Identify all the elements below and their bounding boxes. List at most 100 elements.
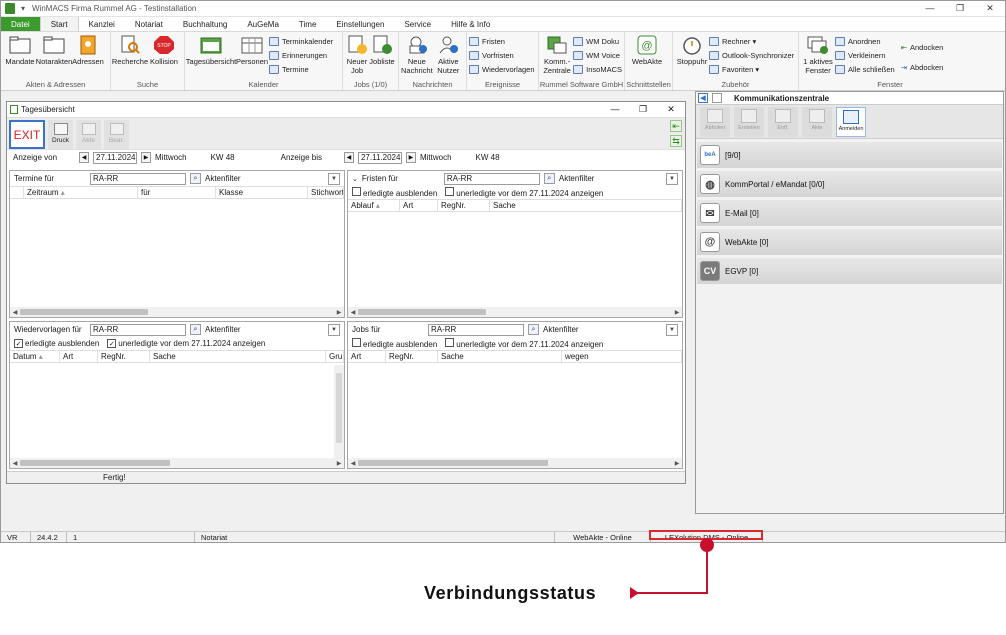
erstellen-button[interactable]: Erstellen (734, 107, 764, 137)
horizontal-scrollbar[interactable]: ◀ ▶ (348, 458, 682, 468)
neue-nachricht-button[interactable]: Neue Nachricht (401, 33, 433, 75)
col-stichwort[interactable]: Stichwort (308, 187, 344, 198)
col-regnr[interactable]: RegNr. (386, 351, 438, 362)
personen-button[interactable]: Personen (235, 33, 269, 66)
restore-button[interactable]: ❐ (945, 3, 975, 14)
horizontal-scrollbar[interactable]: ◀ ▶ (10, 307, 344, 317)
abdocken-button[interactable]: ⇥ Abdocken (901, 61, 944, 73)
kollision-button[interactable]: STOP Kollision (147, 33, 181, 66)
neuer-job-button[interactable]: Neuer Job (345, 33, 369, 75)
menu-notariat[interactable]: Notariat (125, 17, 173, 31)
search-icon[interactable]: ⌕ (543, 173, 555, 184)
wm-doku-button[interactable]: WM Doku (573, 35, 622, 47)
alle-schliessen-button[interactable]: Alle schließen (835, 63, 895, 75)
fristen-erledigte-checkbox[interactable]: erledigte ausblenden (352, 187, 437, 198)
entfernen-button[interactable]: Entf. (768, 107, 798, 137)
quick-access-icon[interactable]: ▾ (18, 4, 28, 13)
col-klasse[interactable]: Klasse (216, 187, 308, 198)
kz-item-bea[interactable]: beA [9/0] (697, 142, 1002, 168)
tages-restore-button[interactable]: ❐ (629, 104, 657, 115)
menu-service[interactable]: Service (394, 17, 441, 31)
kz-item-webakte[interactable]: @ WebAkte [0] (697, 229, 1002, 255)
col-ablauf[interactable]: Ablauf ▴ (348, 200, 400, 211)
jobs-input[interactable]: RA-RR (428, 323, 524, 336)
kz-item-email[interactable]: ✉ E-Mail [0] (697, 200, 1002, 226)
tages-close-button[interactable]: ✕ (657, 104, 685, 115)
adressen-button[interactable]: Adressen (71, 33, 105, 66)
close-button[interactable]: ✕ (975, 3, 1005, 14)
stoppuhr-button[interactable]: Stoppuhr (675, 33, 709, 66)
andocken-button[interactable]: ⇤ Andocken (901, 41, 944, 53)
menu-start[interactable]: Start (39, 17, 79, 31)
menu-buchhaltung[interactable]: Buchhaltung (173, 17, 237, 31)
abholen-button[interactable]: Abholen (700, 107, 730, 137)
jobs-erledigte-checkbox[interactable]: erledigte ausblenden (352, 338, 437, 349)
next-day-arrow-icon[interactable]: ▶ (405, 152, 416, 163)
dock-switch-icon[interactable]: ⇆ (670, 135, 682, 147)
outlook-sync-button[interactable]: Outlook-Synchronizer (709, 49, 794, 61)
wm-voice-button[interactable]: WM Voice (573, 49, 622, 61)
vorfristen-button[interactable]: Vorfristen (469, 49, 535, 61)
menu-time[interactable]: Time (289, 17, 326, 31)
search-icon[interactable]: ⌕ (190, 324, 201, 335)
anzeige-bis-input[interactable]: 27.11.2024 (357, 151, 402, 164)
wv-erledigte-checkbox[interactable]: ✓ erledigte ausblenden (14, 339, 99, 349)
menu-augema[interactable]: AuGeMa (237, 17, 289, 31)
chevron-down-icon[interactable]: ▼ (328, 323, 340, 336)
jobs-unerledigte-checkbox[interactable]: unerledigte vor dem 27.11.2024 anzeigen (445, 338, 603, 349)
akte-button[interactable]: Akte (76, 120, 101, 149)
anordnen-button[interactable]: Anordnen (835, 35, 895, 47)
col-regnr[interactable]: RegNr. (438, 200, 490, 211)
col-datum[interactable]: Datum ▴ (10, 351, 60, 362)
bear-button[interactable]: Bear. (104, 120, 129, 149)
pin-icon[interactable] (712, 93, 722, 103)
mandate-button[interactable]: Mandate (3, 33, 37, 66)
vertical-scrollbar[interactable] (334, 365, 344, 458)
rechner-button[interactable]: Rechner ▾ (709, 35, 794, 47)
notarakten-button[interactable]: Notarakten (36, 33, 72, 66)
jobliste-button[interactable]: Jobliste (369, 33, 395, 66)
anmelden-button[interactable]: Anmelden (836, 107, 866, 137)
aktive-fenster-button[interactable]: 1 aktives Fenster (801, 33, 835, 75)
insomacs-button[interactable]: InsoMACS (573, 63, 622, 75)
favoriten-button[interactable]: Favoriten ▾ (709, 63, 794, 75)
wiedervorlagen-input[interactable]: RA-RR (90, 323, 186, 336)
kz-item-kommportal[interactable]: ◍ KommPortal / eMandat [0/0] (697, 171, 1002, 197)
col-art[interactable]: Art (400, 200, 438, 211)
col-regnr[interactable]: RegNr. (98, 351, 150, 362)
kz-akte-button[interactable]: Akte (802, 107, 832, 137)
termine-input[interactable]: RA-RR (90, 172, 186, 185)
dock-arrow-icon[interactable]: ◀ (698, 93, 708, 103)
horizontal-scrollbar[interactable]: ◀ ▶ (348, 307, 682, 317)
col-sache[interactable]: Sache (150, 351, 326, 362)
prev-day-arrow-icon[interactable]: ◀ (79, 152, 90, 163)
recherche-button[interactable]: Recherche (112, 33, 148, 66)
terminkalender-button[interactable]: Terminkalender (269, 35, 333, 47)
wv-unerledigte-checkbox[interactable]: ✓ unerledigte vor dem 27.11.2024 anzeigen (107, 339, 265, 349)
search-icon[interactable]: ⌕ (190, 173, 201, 184)
wiedervorlagen-button[interactable]: Wiedervorlagen (469, 63, 535, 75)
collapse-chevron-icon[interactable]: ⌄ (352, 175, 358, 183)
next-day-arrow-icon[interactable]: ▶ (141, 152, 152, 163)
fristen-input[interactable]: RA-RR (443, 172, 540, 185)
col-wegen[interactable]: wegen (562, 351, 682, 362)
col-sache[interactable]: Sache (438, 351, 562, 362)
col-art[interactable]: Art (348, 351, 386, 362)
col-fuer[interactable]: für (138, 187, 216, 198)
tages-minimize-button[interactable]: — (601, 104, 629, 115)
menu-hilfe[interactable]: Hilfe & Info (441, 17, 500, 31)
fristen-unerledigte-checkbox[interactable]: unerledigte vor dem 27.11.2024 anzeigen (445, 187, 603, 198)
erinnerungen-button[interactable]: Erinnerungen (269, 49, 333, 61)
termine-button[interactable]: Termine (269, 63, 333, 75)
col-sache[interactable]: Sache (490, 200, 682, 211)
menu-datei[interactable]: Datei (1, 17, 40, 31)
anzeige-von-input[interactable]: 27.11.2024 (93, 151, 138, 164)
druck-button[interactable]: Druck (48, 120, 73, 149)
dock-left-icon[interactable]: ⇤ (670, 120, 682, 132)
komm-zentrale-button[interactable]: Komm.-Zentrale (541, 33, 573, 75)
fristen-button[interactable]: Fristen (469, 35, 535, 47)
tagesuebersicht-button[interactable]: Tagesübersicht (186, 33, 236, 66)
verkleinern-button[interactable]: Verkleinern (835, 49, 895, 61)
chevron-down-icon[interactable]: ▼ (666, 172, 678, 185)
webakte-button[interactable]: @ WebAkte (627, 33, 667, 66)
